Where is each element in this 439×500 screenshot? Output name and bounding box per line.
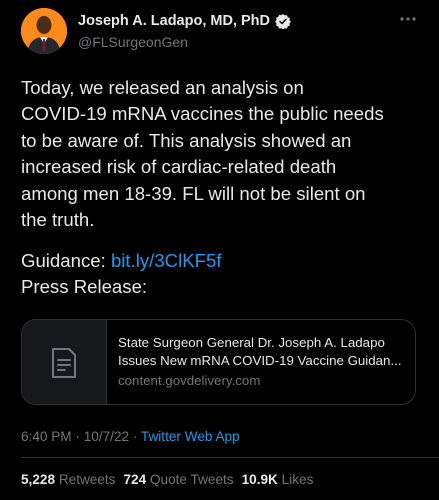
tweet-timestamp-row: 6:40 PM · 10/7/22 · Twitter Web App <box>21 429 240 444</box>
more-options-icon[interactable] <box>397 12 419 26</box>
card-thumbnail <box>22 320 107 404</box>
guidance-row: Guidance: bit.ly/3ClKF5f <box>21 248 222 274</box>
tweet-line: Today, we released an analysis on <box>21 77 304 98</box>
guidance-label: Guidance: <box>21 250 106 271</box>
avatar-portrait <box>21 8 67 54</box>
retweets-label: Retweets <box>58 472 116 487</box>
tweet-time[interactable]: 6:40 PM <box>21 429 72 444</box>
card-title: Issues New mRNA COVID-19 Vaccine Guidan.… <box>118 353 402 368</box>
likes-stat[interactable]: 10.9K Likes <box>242 472 314 487</box>
tweet-line: increased risk of cardiac-related death <box>21 156 337 178</box>
link-preview-card[interactable]: State Surgeon General Dr. Joseph A. Lada… <box>21 319 416 405</box>
quote-tweets-label: Quote Tweets <box>149 472 234 487</box>
engagement-stats: 5,228 Retweets 724 Quote Tweets 10.9K Like… <box>21 472 313 487</box>
tweet-line: COVID-19 mRNA vaccines the public needs <box>21 103 384 125</box>
verified-badge-icon <box>275 13 291 30</box>
tweet-source[interactable]: Twitter Web App <box>141 429 240 444</box>
press-release-label: Press Release: <box>21 276 148 297</box>
tweet-line: among men 18-39. FL will not be silent o… <box>21 182 366 204</box>
author-handle[interactable]: @FLSurgeonGen <box>78 34 188 50</box>
card-domain: content.govdelivery.com <box>118 373 261 388</box>
avatar[interactable] <box>21 8 67 54</box>
divider <box>21 457 439 458</box>
tweet-line: the truth. <box>21 209 95 231</box>
meta-separator: · <box>129 429 141 444</box>
document-icon <box>52 348 76 378</box>
retweets-count: 5,228 <box>21 472 56 487</box>
likes-label: Likes <box>281 472 314 487</box>
tweet-line: to be aware of. This analysis showed an <box>21 129 352 151</box>
author-name[interactable]: Joseph A. Ladapo, MD, PhD <box>78 13 270 29</box>
tweet-text: Today, we released an analysis on COVID-… <box>21 75 426 233</box>
retweets-stat[interactable]: 5,228 Retweets <box>21 472 115 487</box>
card-body: State Surgeon General Dr. Joseph A. Lada… <box>118 334 410 390</box>
author-name-row[interactable]: Joseph A. Ladapo, MD, PhD <box>78 13 291 30</box>
quote-tweets-count: 724 <box>123 472 147 487</box>
quote-tweets-stat[interactable]: 724 Quote Tweets <box>123 472 233 487</box>
guidance-link[interactable]: bit.ly/3ClKF5f <box>111 250 222 271</box>
card-title: State Surgeon General Dr. Joseph A. Lada… <box>118 335 385 350</box>
meta-separator: · <box>71 429 84 444</box>
likes-count: 10.9K <box>241 472 278 487</box>
tweet-date[interactable]: 10/7/22 <box>84 429 129 444</box>
